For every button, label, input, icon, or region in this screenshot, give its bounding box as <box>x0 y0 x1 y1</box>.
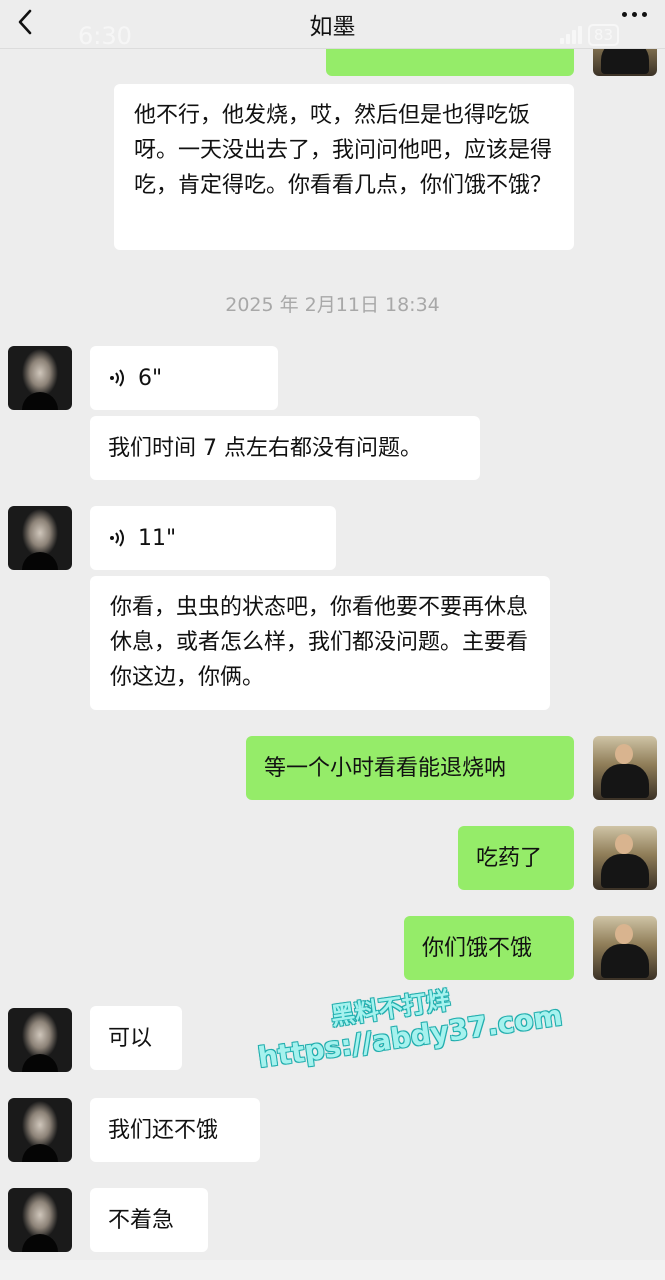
voice-wave-icon <box>110 529 124 547</box>
outgoing-message[interactable]: 吃药了 <box>458 826 574 890</box>
avatar-me[interactable] <box>593 736 657 800</box>
incoming-message[interactable]: 可以 <box>90 1006 182 1070</box>
more-button[interactable] <box>622 12 647 17</box>
voice-wave-icon <box>110 369 124 387</box>
avatar-contact[interactable] <box>8 506 72 570</box>
chat-timestamp: 2025 年 2月11日 18:34 <box>225 294 440 316</box>
battery-indicator: 83 <box>587 24 619 46</box>
message-text: 他不行，他发烧，哎，然后但是也得吃饭呀。一天没出去了，我问问他吧，应该是得吃，肯… <box>134 103 553 198</box>
message-text: 我们还不饿 <box>108 1117 219 1143</box>
outgoing-message[interactable]: 你们饿不饿 <box>404 916 574 980</box>
avatar-me[interactable] <box>593 826 657 890</box>
message-text: 可以 <box>108 1025 153 1051</box>
message-text: 你们饿不饿 <box>422 935 533 961</box>
avatar-contact[interactable] <box>8 346 72 410</box>
avatar-me[interactable] <box>593 916 657 980</box>
incoming-message[interactable]: 不着急 <box>90 1188 208 1252</box>
incoming-message[interactable]: 我们时间 7 点左右都没有问题。 <box>90 416 480 480</box>
more-icon <box>622 12 627 17</box>
signal-icon <box>559 26 582 44</box>
message-text: 不着急 <box>108 1207 175 1233</box>
voice-message[interactable]: 6" <box>90 346 278 410</box>
avatar-contact[interactable] <box>8 1098 72 1162</box>
incoming-message[interactable]: 你看，虫虫的状态吧，你看他要不要再休息休息，或者怎么样，我们都没问题。主要看你这… <box>90 576 550 710</box>
outgoing-message[interactable]: 等一个小时看看能退烧呐 <box>246 736 574 800</box>
avatar-contact[interactable] <box>8 1008 72 1072</box>
message-text: 吃药了 <box>476 845 543 871</box>
watermark-url: https://abdy37.com <box>255 998 565 1075</box>
status-indicators: 83 <box>559 24 619 46</box>
chat-header: 6:30 如墨 83 <box>0 0 665 50</box>
voice-duration: 11" <box>138 525 177 551</box>
incoming-message[interactable]: 我们还不饿 <box>90 1098 260 1162</box>
message-text: 等一个小时看看能退烧呐 <box>264 755 507 781</box>
message-text: 你看，虫虫的状态吧，你看他要不要再休息休息，或者怎么样，我们都没问题。主要看你这… <box>110 595 529 690</box>
input-bar-edge <box>0 1260 665 1280</box>
voice-duration: 6" <box>138 365 163 391</box>
incoming-message[interactable]: 他不行，他发烧，哎，然后但是也得吃饭呀。一天没出去了，我问问他吧，应该是得吃，肯… <box>114 84 574 250</box>
avatar-contact[interactable] <box>8 1188 72 1252</box>
watermark-text: 黑料不打烊 <box>329 986 452 1031</box>
voice-message[interactable]: 11" <box>90 506 336 570</box>
message-text: 我们时间 7 点左右都没有问题。 <box>108 435 422 461</box>
